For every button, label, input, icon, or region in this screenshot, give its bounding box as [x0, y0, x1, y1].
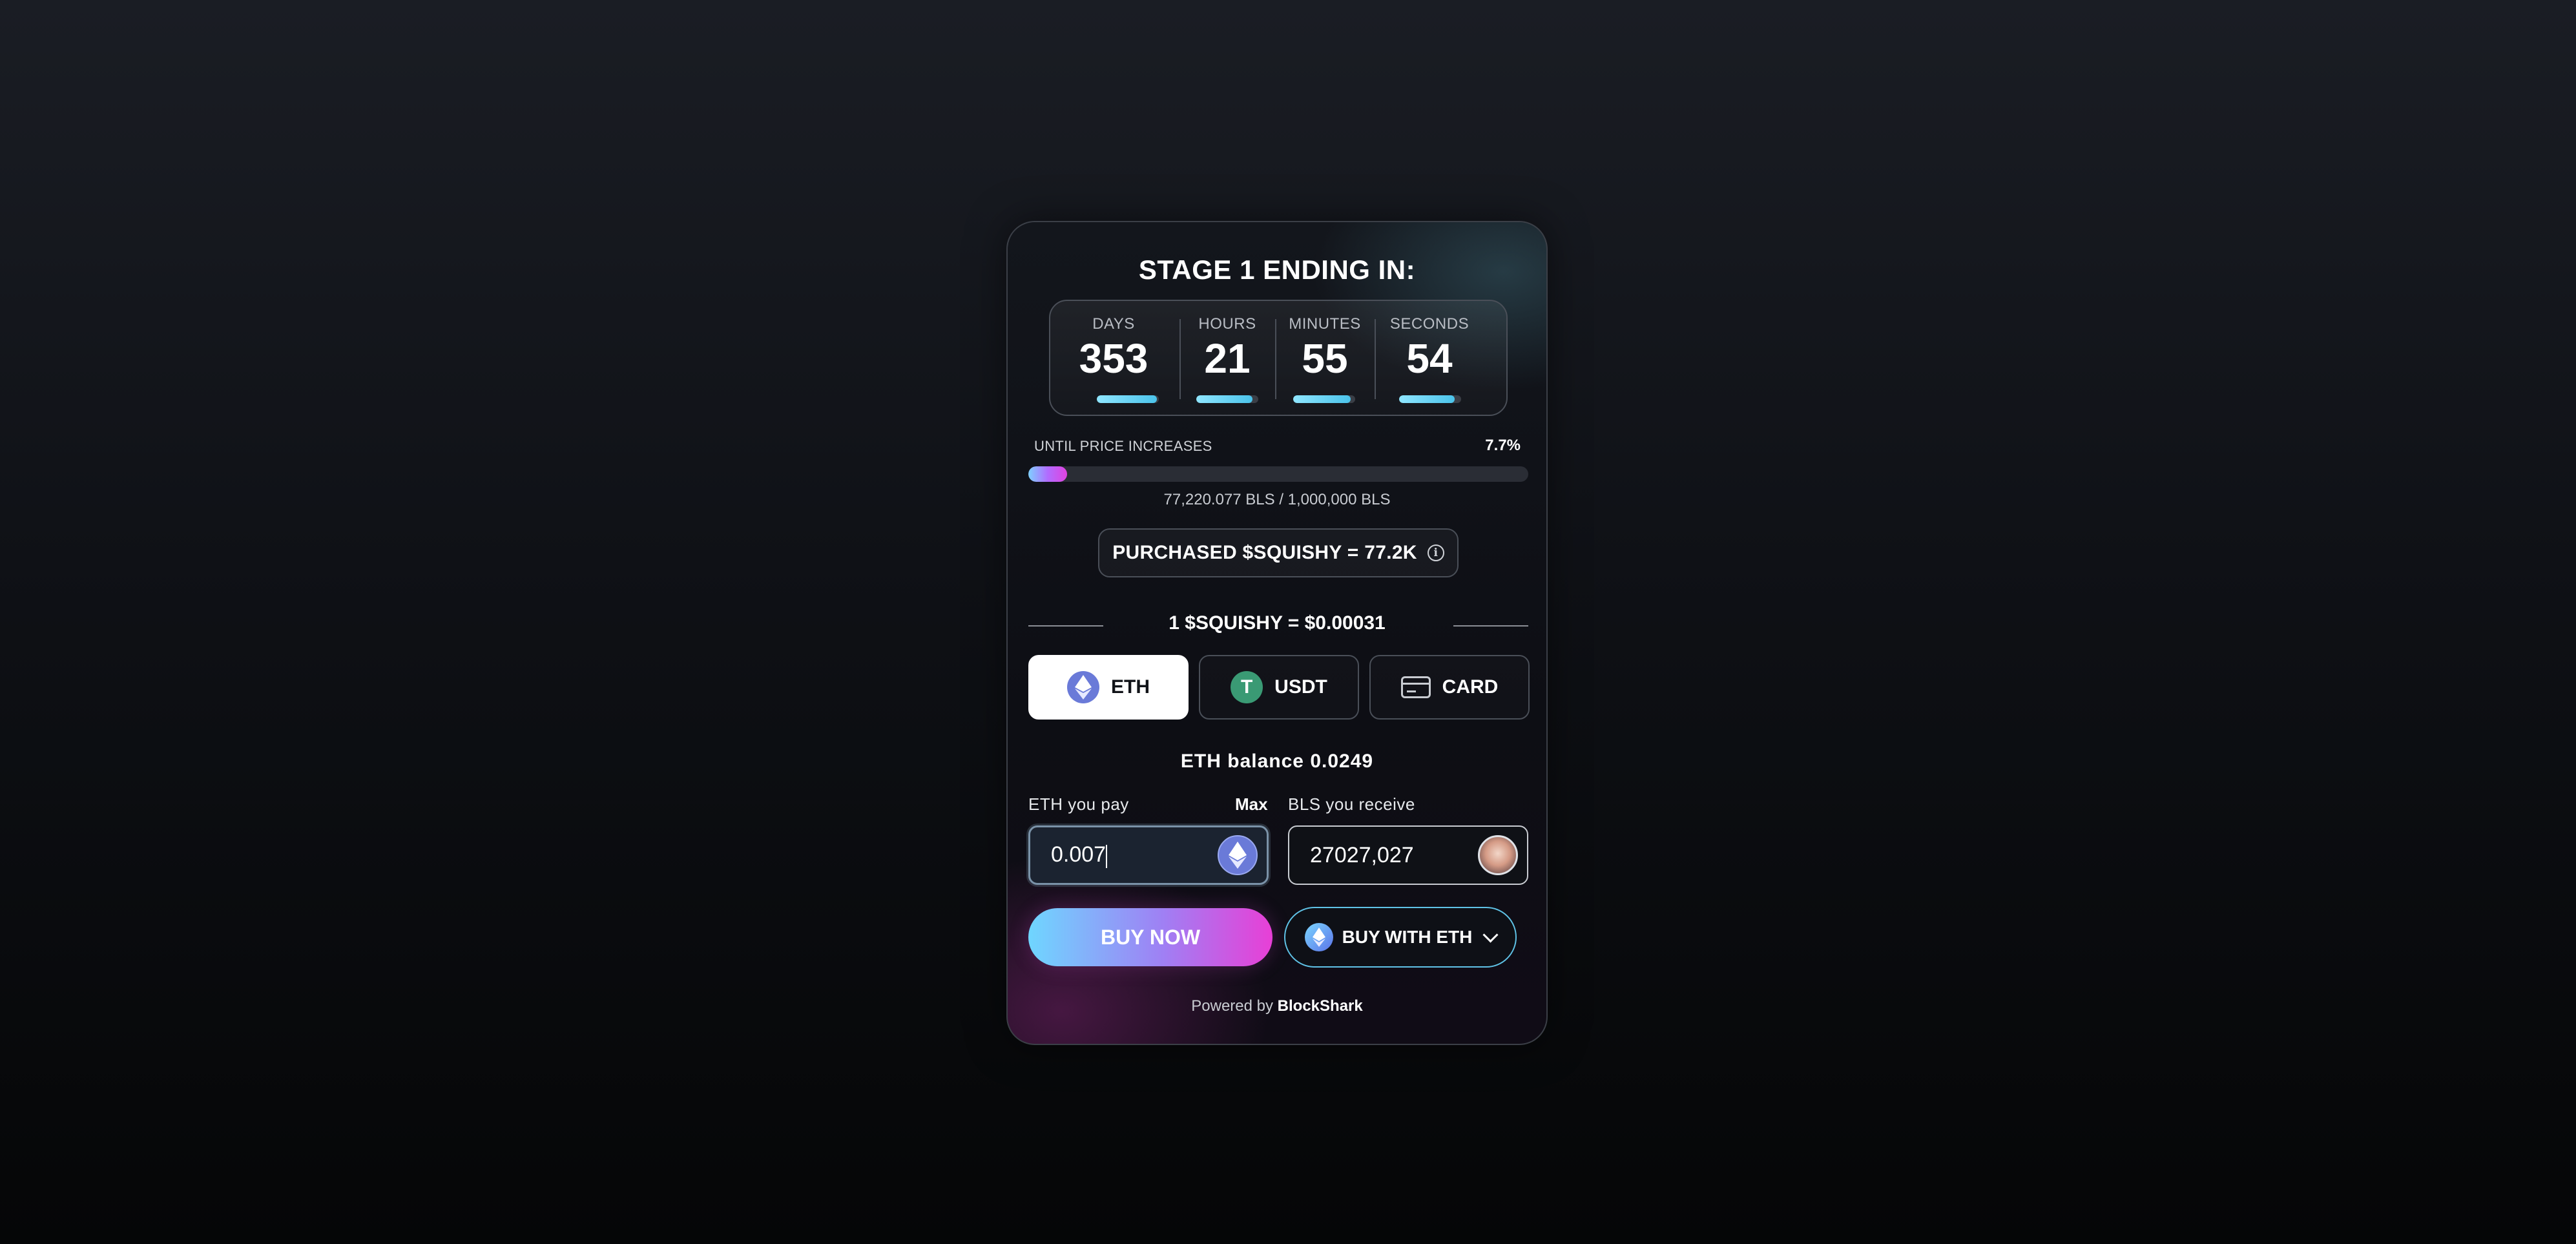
price-increase-percent: 7.7%: [1485, 437, 1521, 454]
tab-usdt[interactable]: T USDT: [1199, 655, 1359, 720]
countdown-hours: HOURS 21: [1181, 301, 1274, 415]
pay-input-box: 0.007: [1028, 825, 1269, 885]
tab-usdt-label: USDT: [1274, 676, 1327, 698]
countdown-minutes-value: 55: [1302, 335, 1348, 382]
tab-card-label: CARD: [1442, 676, 1499, 698]
receive-amount-input[interactable]: 27027,027: [1310, 843, 1478, 868]
countdown-seconds-label: SECONDS: [1389, 315, 1470, 333]
tether-icon: T: [1231, 671, 1263, 703]
presale-widget: STAGE 1 ENDING IN: DAYS 353 HOURS 21 MIN…: [1006, 221, 1548, 1045]
tab-eth[interactable]: ETH: [1028, 655, 1189, 720]
pay-amount-input[interactable]: 0.007: [1051, 842, 1218, 868]
countdown-days-fill: [1097, 395, 1158, 403]
purchased-badge: PURCHASED $SQUISHY = 77.2K i: [1098, 528, 1459, 577]
countdown-hours-bar: [1196, 395, 1258, 403]
countdown-timer: DAYS 353 HOURS 21 MINUTES 55 SECONDS 54: [1049, 300, 1508, 416]
countdown-minutes-label: MINUTES: [1289, 315, 1361, 333]
ethereum-icon: [1218, 835, 1258, 875]
buy-now-button[interactable]: BUY NOW: [1028, 908, 1272, 966]
info-icon[interactable]: i: [1427, 544, 1444, 561]
countdown-minutes-fill: [1293, 395, 1351, 403]
tab-card[interactable]: CARD: [1369, 655, 1530, 720]
countdown-days-value: 353: [1079, 335, 1148, 382]
countdown-hours-value: 21: [1204, 335, 1251, 382]
pay-field-label: ETH you pay: [1028, 794, 1129, 814]
countdown-seconds-fill: [1399, 395, 1455, 403]
powered-by: Powered by BlockShark: [1008, 997, 1546, 1015]
receive-field-label: BLS you receive: [1288, 794, 1415, 814]
stage-title: STAGE 1 ENDING IN:: [1138, 254, 1416, 285]
countdown-minutes-bar: [1293, 395, 1355, 403]
buy-with-eth-label: BUY WITH ETH: [1342, 927, 1473, 947]
countdown-hours-label: HOURS: [1198, 315, 1256, 333]
countdown-days: DAYS 353: [1050, 301, 1177, 415]
powered-by-brand[interactable]: BlockShark: [1278, 997, 1363, 1015]
receive-input-box: 27027,027: [1288, 825, 1528, 885]
rate-divider-right: [1453, 625, 1528, 627]
token-rate: 1 $SQUISHY = $0.00031: [1169, 612, 1386, 634]
buy-with-eth-dropdown[interactable]: BUY WITH ETH: [1284, 907, 1517, 968]
countdown-seconds-bar: [1399, 395, 1461, 403]
countdown-seconds-value: 54: [1406, 335, 1453, 382]
tab-eth-label: ETH: [1111, 676, 1150, 698]
countdown-days-bar: [1097, 395, 1159, 403]
eth-balance: ETH balance 0.0249: [1180, 751, 1374, 772]
price-increase-label: UNTIL PRICE INCREASES: [1034, 438, 1212, 454]
text-cursor: [1106, 844, 1108, 868]
powered-by-prefix: Powered by: [1191, 997, 1273, 1015]
countdown-minutes: MINUTES 55: [1276, 301, 1373, 415]
countdown-days-label: DAYS: [1092, 315, 1135, 333]
supply-text: 77,220.077 BLS / 1,000,000 BLS: [1163, 491, 1391, 508]
credit-card-icon: [1400, 676, 1431, 698]
ethereum-icon: [1304, 923, 1333, 951]
sale-progress-fill: [1028, 466, 1067, 482]
countdown-seconds: SECONDS 54: [1376, 301, 1483, 415]
token-avatar-icon: [1478, 835, 1518, 875]
purchased-text: PURCHASED $SQUISHY = 77.2K: [1112, 542, 1417, 563]
countdown-hours-fill: [1196, 395, 1253, 403]
chevron-down-icon: [1482, 926, 1499, 943]
ethereum-icon: [1067, 671, 1099, 703]
sale-progress-bar: [1028, 466, 1528, 482]
pay-amount-value: 0.007: [1051, 842, 1106, 867]
max-button[interactable]: Max: [1235, 794, 1268, 814]
